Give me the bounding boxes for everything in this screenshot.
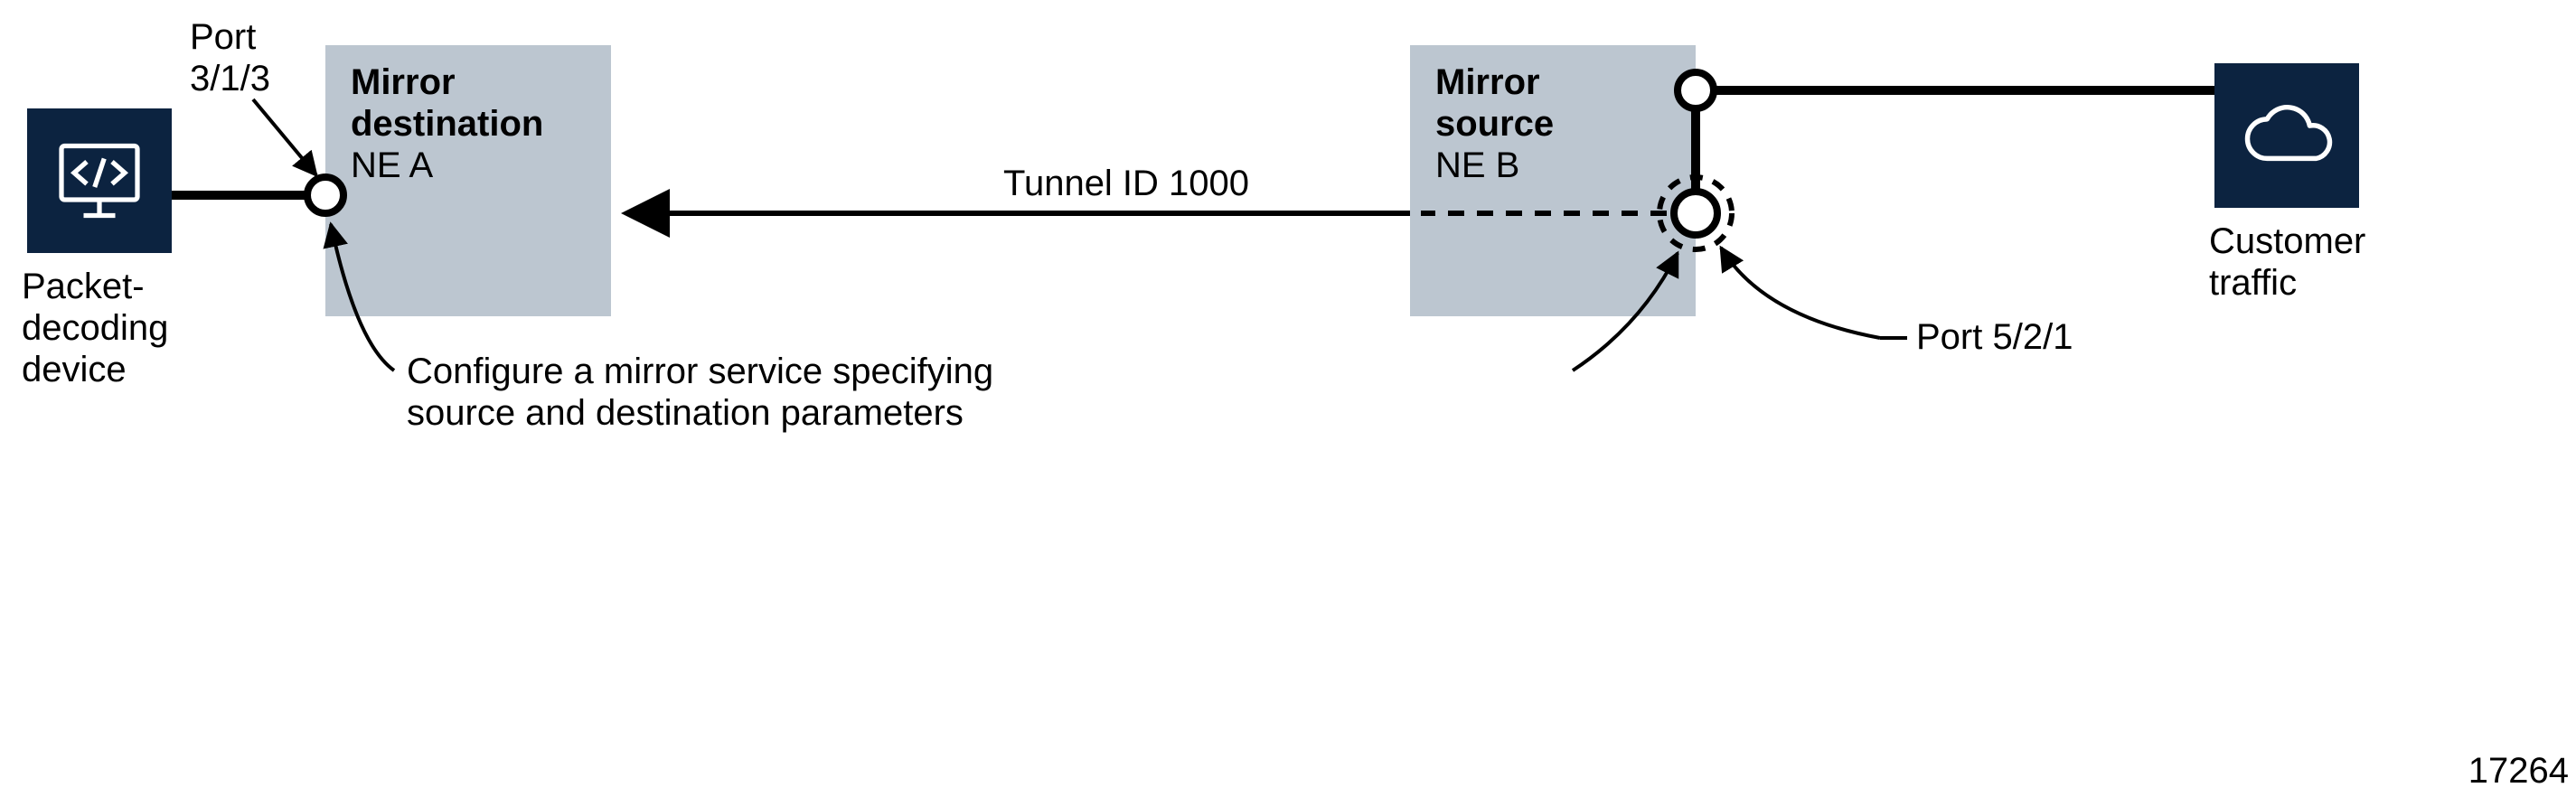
decoder-label-1: Packet- <box>22 267 168 309</box>
cloud-icon <box>2234 96 2339 175</box>
port-a-label-line2: 3/1/3 <box>190 60 270 101</box>
ne-a-sub: NE A <box>351 146 586 188</box>
decoder-icon <box>27 108 172 253</box>
tunnel-label: Tunnel ID 1000 <box>1003 164 1249 206</box>
diagram-canvas: Mirror destination NE A Mirror source NE… <box>0 0 2576 797</box>
ne-b-box: Mirror source NE B <box>1410 45 1696 316</box>
config-note-line1: Configure a mirror service specifying <box>407 352 993 392</box>
port-b-label: Port 5/2/1 <box>1916 318 2073 360</box>
figure-number: 17264 <box>2468 752 2569 793</box>
monitor-code-icon <box>49 130 150 231</box>
decoder-label-2: decoding <box>22 309 168 351</box>
ne-a-title-2: destination <box>351 105 586 146</box>
cloud-label-1: Customer <box>2209 222 2365 264</box>
ne-b-title-1: Mirror <box>1435 63 1670 105</box>
decoder-label: Packet- decoding device <box>22 267 168 392</box>
decoder-label-3: device <box>22 351 168 392</box>
ne-b-mirror-port-circle <box>1670 188 1721 239</box>
ne-a-title-1: Mirror <box>351 63 586 105</box>
config-note-line2: source and destination parameters <box>407 394 964 434</box>
port-a-label-line1: Port <box>190 18 270 60</box>
port-a-label: Port 3/1/3 <box>190 18 270 101</box>
cloud-icon-box <box>2214 63 2359 208</box>
ne-a-box: Mirror destination NE A <box>325 45 611 316</box>
ne-a-port-circle <box>304 173 347 217</box>
config-note: Configure a mirror service specifying so… <box>407 352 1564 436</box>
cloud-label: Customer traffic <box>2209 222 2365 305</box>
ne-b-title-2: source <box>1435 105 1670 146</box>
cloud-label-2: traffic <box>2209 264 2365 305</box>
ne-b-sub: NE B <box>1435 146 1670 188</box>
ne-b-cloud-port-circle <box>1674 69 1717 112</box>
